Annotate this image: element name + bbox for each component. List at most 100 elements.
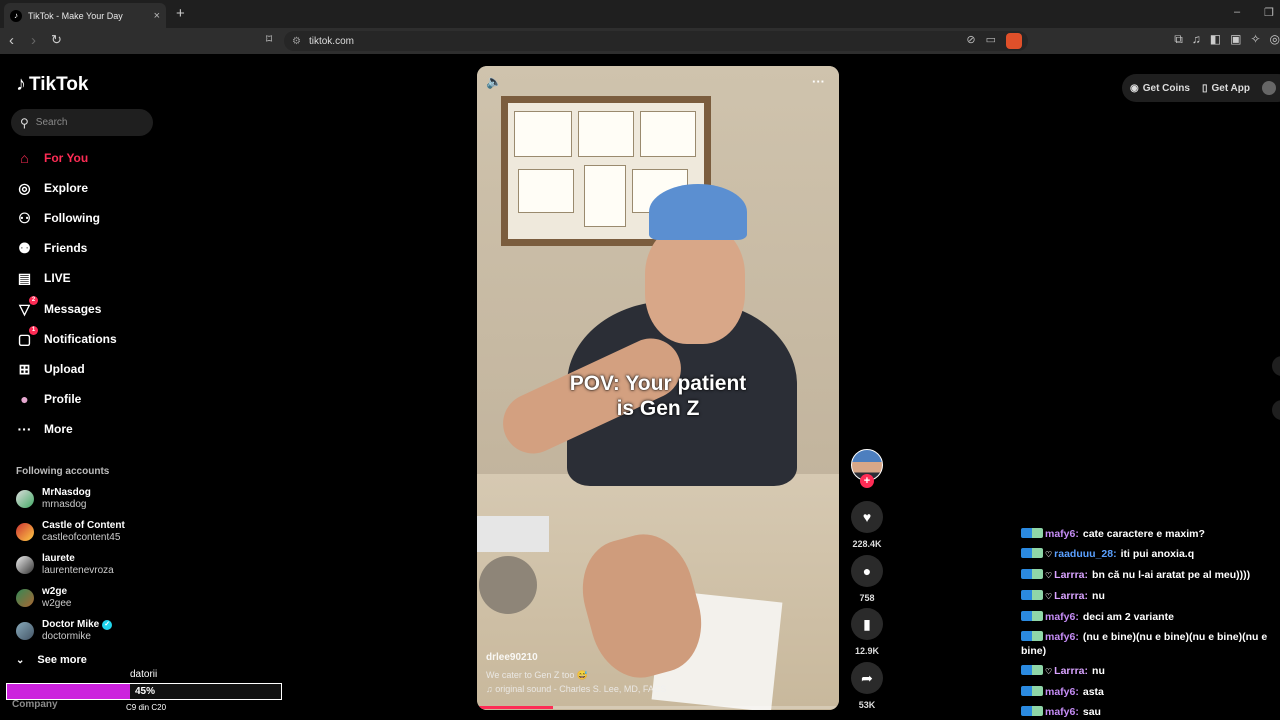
chat-username[interactable]: Larrra: <box>1054 569 1088 581</box>
avatar <box>16 523 34 541</box>
avatar <box>16 622 34 640</box>
following-account[interactable]: laurete laurentenevroza <box>16 553 114 577</box>
chat-message: ♡ raaduuu_28: iti pui anoxia.q <box>1021 547 1280 562</box>
more-options-icon[interactable]: ··· <box>812 74 825 89</box>
bookmark-icon: ▮ <box>851 608 883 640</box>
search-input[interactable]: ⚲ Search <box>11 109 153 136</box>
address-bar[interactable]: ⚙ tiktok.com ⊘ ▭ <box>284 31 1028 51</box>
chat-username[interactable]: Larrra: <box>1054 590 1088 602</box>
window-maximize-button[interactable]: ❐ <box>1264 6 1274 19</box>
chat-text: cate caractere e maxim? <box>1082 528 1205 540</box>
cast-icon[interactable]: ▭ <box>986 33 996 49</box>
company-link[interactable]: Company <box>12 699 58 710</box>
leo-icon[interactable]: ✧ <box>1250 32 1260 47</box>
moderator-icon: ♡ <box>1045 592 1053 601</box>
search-placeholder: Search <box>35 117 68 128</box>
get-coins-button[interactable]: ◉ Get Coins <box>1130 83 1190 94</box>
window-minimize-button[interactable]: – <box>1234 6 1240 18</box>
see-more-button[interactable]: ⌄ See more <box>16 654 87 666</box>
comment-icon: ● <box>851 555 883 587</box>
video-author[interactable]: drlee90210 <box>486 652 538 663</box>
volume-icon[interactable]: 🔈 <box>486 74 502 90</box>
chat-username[interactable]: mafy6: <box>1045 686 1079 698</box>
nav-item-following[interactable]: ⚇ Following <box>16 207 100 229</box>
nav-label: Following <box>44 211 100 225</box>
share-count: 53K <box>858 700 876 710</box>
nav-item-profile[interactable]: ● Profile <box>16 388 81 410</box>
following-account[interactable]: MrNasdog mrnasdog <box>16 487 91 511</box>
tiktok-logo[interactable]: ♪ TikTok <box>16 73 88 96</box>
nav-item-upload[interactable]: ⊞ Upload <box>16 358 85 380</box>
chat-badge-icon <box>1021 548 1043 558</box>
search-icon: ⚲ <box>20 115 29 130</box>
comment-count: 758 <box>859 593 875 603</box>
sidebar-icon[interactable]: ◧ <box>1210 32 1221 47</box>
wallet-icon[interactable]: ▣ <box>1230 32 1241 47</box>
vpn-icon[interactable]: ◎ <box>1270 32 1280 47</box>
nav-label: Upload <box>44 362 85 376</box>
account-name: Doctor Mike ✓ <box>42 619 113 631</box>
site-settings-icon[interactable]: ⚙ <box>292 36 301 47</box>
nav-label: Notifications <box>44 332 117 346</box>
goal-percent: 45% <box>135 686 156 697</box>
account-name: w2ge <box>42 586 68 597</box>
nav-item-messages[interactable]: ▽ 2 Messages <box>16 295 101 320</box>
account-name-text: Doctor Mike <box>42 619 100 630</box>
follow-plus-icon[interactable]: + <box>860 474 874 488</box>
caption-line-1: POV: Your patient <box>569 372 747 395</box>
nav-item-more[interactable]: ··· More <box>16 418 73 440</box>
goal-subtext: C9 din C20 <box>126 703 167 712</box>
video-scene-rock <box>479 556 537 614</box>
bookmark-icon[interactable]: ⌑ <box>266 32 272 46</box>
chat-username[interactable]: mafy6: <box>1045 631 1079 643</box>
tab-close-icon[interactable]: × <box>154 10 160 22</box>
like-button[interactable]: ♥ 228.4K <box>849 501 885 549</box>
new-tab-button[interactable]: + <box>176 5 185 22</box>
tab-title: TikTok - Make Your Day <box>28 10 123 21</box>
get-coins-label: Get Coins <box>1142 82 1190 94</box>
comment-button[interactable]: ● 758 <box>849 555 885 603</box>
share-button[interactable]: ➦ 53K <box>849 662 885 710</box>
chat-username[interactable]: raaduuu_28: <box>1054 548 1116 560</box>
video-progress-bar[interactable] <box>477 706 839 709</box>
chat-username[interactable]: mafy6: <box>1045 706 1079 718</box>
url-text: tiktok.com <box>308 35 354 47</box>
save-button[interactable]: ▮ 12.9K <box>849 608 885 656</box>
nav-label: More <box>44 422 73 436</box>
get-app-button[interactable]: ▯ Get App <box>1202 83 1250 94</box>
video-player[interactable]: POV: Your patient is Gen Z 🔈 ··· drlee90… <box>477 66 839 710</box>
share-icon: ➦ <box>851 662 883 694</box>
coin-icon: ◉ <box>1130 82 1139 94</box>
nav-item-explore[interactable]: ◎ Explore <box>16 177 88 199</box>
following-account[interactable]: w2ge w2gee <box>16 586 71 610</box>
chat-username[interactable]: Larrra: <box>1054 665 1088 677</box>
save-count: 12.9K <box>854 646 880 656</box>
nav-label: Profile <box>44 392 82 406</box>
chat-username[interactable]: mafy6: <box>1045 528 1079 540</box>
music-icon[interactable]: ♫ <box>1192 32 1201 47</box>
nav-item-live[interactable]: ▤ LIVE <box>16 267 71 289</box>
scroll-down-button[interactable] <box>1272 400 1280 420</box>
following-account[interactable]: Castle of Content castleofcontent45 <box>16 520 125 544</box>
brave-shields-icon[interactable] <box>1006 33 1022 49</box>
chat-text: bn că nu l-ai aratat pe al meu)))) <box>1092 569 1251 581</box>
translate-icon[interactable]: ⊘ <box>966 33 975 49</box>
chat-message: mafy6: (nu e bine)(nu e bine)(nu e bine)(… <box>1021 630 1280 658</box>
video-description: We cater to Gen Z too 😅 <box>486 670 589 680</box>
chat-username[interactable]: mafy6: <box>1045 611 1079 623</box>
forward-icon[interactable]: › <box>31 32 36 49</box>
back-icon[interactable]: ‹ <box>9 32 14 49</box>
chat-message: mafy6: sau <box>1021 705 1280 719</box>
following-account[interactable]: Doctor Mike ✓ doctormike <box>16 619 113 643</box>
heart-icon: ♥ <box>851 501 883 533</box>
nav-item-for-you[interactable]: ⌂ For You <box>16 147 88 169</box>
scroll-up-button[interactable] <box>1272 356 1280 376</box>
nav-item-notifications[interactable]: ▢ 1 Notifications <box>16 325 117 350</box>
user-avatar[interactable] <box>1262 81 1276 95</box>
browser-tab[interactable]: ♪ TikTok - Make Your Day × <box>4 3 166 28</box>
video-sound[interactable]: ♫ original sound - Charles S. Lee, MD, F… <box>486 684 666 694</box>
extensions-icon[interactable]: ⧉ <box>1174 32 1183 47</box>
nav-item-friends[interactable]: ⚉ Friends <box>16 237 87 259</box>
more-icon: ··· <box>17 421 32 437</box>
reload-icon[interactable]: ↻ <box>51 32 62 48</box>
